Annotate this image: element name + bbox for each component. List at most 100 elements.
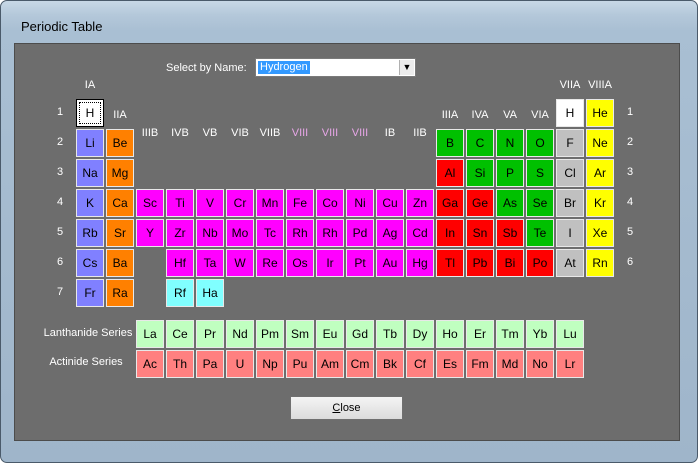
element-cell-ra[interactable]: Ra: [106, 279, 134, 307]
element-cell-w[interactable]: W: [226, 249, 254, 277]
element-cell-co[interactable]: Co: [316, 189, 344, 217]
lanthanide-cell-ce[interactable]: Ce: [166, 320, 194, 348]
element-cell-s[interactable]: S: [526, 159, 554, 187]
actinide-cell-cf[interactable]: Cf: [406, 350, 434, 378]
lanthanide-cell-gd[interactable]: Gd: [346, 320, 374, 348]
element-cell-rb[interactable]: Rb: [76, 219, 104, 247]
element-cell-v[interactable]: V: [196, 189, 224, 217]
lanthanide-cell-nd[interactable]: Nd: [226, 320, 254, 348]
element-cell-mg[interactable]: Mg: [106, 159, 134, 187]
element-cell-sc[interactable]: Sc: [136, 189, 164, 217]
element-cell-k[interactable]: K: [76, 189, 104, 217]
element-cell-p[interactable]: P: [496, 159, 524, 187]
element-cell-ga[interactable]: Ga: [436, 189, 464, 217]
element-cell-h-group17[interactable]: H: [556, 99, 584, 127]
element-cell-re[interactable]: Re: [256, 249, 284, 277]
actinide-cell-th[interactable]: Th: [166, 350, 194, 378]
element-cell-si[interactable]: Si: [466, 159, 494, 187]
element-cell-kr[interactable]: Kr: [586, 189, 614, 217]
element-cell-zr[interactable]: Zr: [166, 219, 194, 247]
element-cell-cu[interactable]: Cu: [376, 189, 404, 217]
actinide-cell-np[interactable]: Np: [256, 350, 284, 378]
element-cell-te[interactable]: Te: [526, 219, 554, 247]
element-cell-rn[interactable]: Rn: [586, 249, 614, 277]
element-cell-b[interactable]: B: [436, 129, 464, 157]
element-cell-y[interactable]: Y: [136, 219, 164, 247]
element-cell-li[interactable]: Li: [76, 129, 104, 157]
element-cell-f[interactable]: F: [556, 129, 584, 157]
element-cell-hg[interactable]: Hg: [406, 249, 434, 277]
actinide-cell-lr[interactable]: Lr: [556, 350, 584, 378]
lanthanide-cell-sm[interactable]: Sm: [286, 320, 314, 348]
element-cell-h[interactable]: H: [76, 99, 104, 127]
actinide-cell-fm[interactable]: Fm: [466, 350, 494, 378]
element-cell-tc[interactable]: Tc: [256, 219, 284, 247]
lanthanide-cell-eu[interactable]: Eu: [316, 320, 344, 348]
element-cell-ha[interactable]: Ha: [196, 279, 224, 307]
actinide-cell-u[interactable]: U: [226, 350, 254, 378]
lanthanide-cell-pm[interactable]: Pm: [256, 320, 284, 348]
element-cell-mn[interactable]: Mn: [256, 189, 284, 217]
element-cell-cl[interactable]: Cl: [556, 159, 584, 187]
actinide-cell-ac[interactable]: Ac: [136, 350, 164, 378]
actinide-cell-es[interactable]: Es: [436, 350, 464, 378]
element-cell-ag[interactable]: Ag: [376, 219, 404, 247]
element-cell-in[interactable]: In: [436, 219, 464, 247]
element-cell-he[interactable]: He: [586, 99, 614, 127]
element-cell-mo[interactable]: Mo: [226, 219, 254, 247]
element-cell-ti[interactable]: Ti: [166, 189, 194, 217]
element-cell-pb[interactable]: Pb: [466, 249, 494, 277]
element-cell-cr[interactable]: Cr: [226, 189, 254, 217]
element-cell-ar[interactable]: Ar: [586, 159, 614, 187]
element-cell-pd[interactable]: Pd: [346, 219, 374, 247]
lanthanide-cell-tm[interactable]: Tm: [496, 320, 524, 348]
lanthanide-cell-er[interactable]: Er: [466, 320, 494, 348]
element-cell-fe[interactable]: Fe: [286, 189, 314, 217]
element-cell-sr[interactable]: Sr: [106, 219, 134, 247]
element-cell-nb[interactable]: Nb: [196, 219, 224, 247]
element-cell-sn[interactable]: Sn: [466, 219, 494, 247]
element-cell-i[interactable]: I: [556, 219, 584, 247]
element-cell-ca[interactable]: Ca: [106, 189, 134, 217]
lanthanide-cell-tb[interactable]: Tb: [376, 320, 404, 348]
element-cell-os[interactable]: Os: [286, 249, 314, 277]
lanthanide-cell-la[interactable]: La: [136, 320, 164, 348]
lanthanide-cell-yb[interactable]: Yb: [526, 320, 554, 348]
element-cell-cs[interactable]: Cs: [76, 249, 104, 277]
element-cell-be[interactable]: Be: [106, 129, 134, 157]
element-name-dropdown[interactable]: Hydrogen ▼: [255, 58, 416, 77]
actinide-cell-no[interactable]: No: [526, 350, 554, 378]
element-cell-xe[interactable]: Xe: [586, 219, 614, 247]
element-cell-au[interactable]: Au: [376, 249, 404, 277]
element-cell-se[interactable]: Se: [526, 189, 554, 217]
actinide-cell-pu[interactable]: Pu: [286, 350, 314, 378]
element-cell-c[interactable]: C: [466, 129, 494, 157]
element-cell-rh[interactable]: Rh: [316, 219, 344, 247]
element-cell-zn[interactable]: Zn: [406, 189, 434, 217]
element-cell-ge[interactable]: Ge: [466, 189, 494, 217]
actinide-cell-am[interactable]: Am: [316, 350, 344, 378]
element-cell-hf[interactable]: Hf: [166, 249, 194, 277]
actinide-cell-md[interactable]: Md: [496, 350, 524, 378]
lanthanide-cell-dy[interactable]: Dy: [406, 320, 434, 348]
element-cell-ir[interactable]: Ir: [316, 249, 344, 277]
element-cell-rh[interactable]: Rh: [286, 219, 314, 247]
chevron-down-icon[interactable]: ▼: [399, 60, 414, 75]
close-button[interactable]: Close: [290, 396, 403, 420]
element-cell-as[interactable]: As: [496, 189, 524, 217]
element-cell-at[interactable]: At: [556, 249, 584, 277]
element-cell-rf[interactable]: Rf: [166, 279, 194, 307]
lanthanide-cell-ho[interactable]: Ho: [436, 320, 464, 348]
element-cell-n[interactable]: N: [496, 129, 524, 157]
element-cell-fr[interactable]: Fr: [76, 279, 104, 307]
element-cell-al[interactable]: Al: [436, 159, 464, 187]
element-cell-po[interactable]: Po: [526, 249, 554, 277]
actinide-cell-cm[interactable]: Cm: [346, 350, 374, 378]
element-cell-ta[interactable]: Ta: [196, 249, 224, 277]
element-cell-ne[interactable]: Ne: [586, 129, 614, 157]
element-cell-ba[interactable]: Ba: [106, 249, 134, 277]
actinide-cell-pa[interactable]: Pa: [196, 350, 224, 378]
element-cell-pt[interactable]: Pt: [346, 249, 374, 277]
actinide-cell-bk[interactable]: Bk: [376, 350, 404, 378]
element-cell-cd[interactable]: Cd: [406, 219, 434, 247]
